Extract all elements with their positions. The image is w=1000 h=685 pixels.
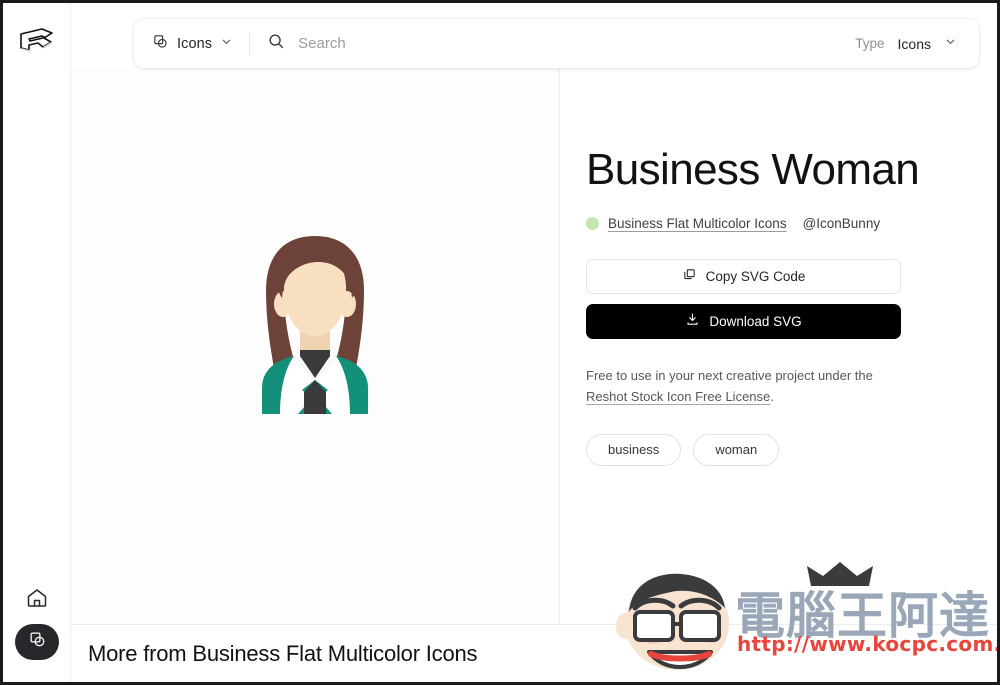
download-icon — [685, 312, 700, 330]
tag-chip[interactable]: business — [586, 433, 682, 466]
search-field-wrap[interactable]: Search — [250, 19, 855, 68]
business-woman-icon — [222, 228, 408, 414]
type-filter[interactable]: Type Icons — [855, 19, 979, 68]
shapes-icon — [28, 630, 47, 654]
tag-list: business woman — [586, 433, 997, 466]
app-window: Icons Search Type Icons Business Woman B… — [0, 0, 1000, 685]
chevron-down-icon — [944, 35, 957, 53]
sidebar-icons-button[interactable] — [15, 624, 59, 660]
author-link[interactable]: @IconBunny — [803, 216, 881, 231]
reshot-logo[interactable] — [17, 23, 57, 57]
copy-svg-code-label: Copy SVG Code — [705, 268, 806, 284]
copy-svg-code-button[interactable]: Copy SVG Code — [586, 258, 901, 294]
shapes-icon — [152, 33, 169, 55]
type-filter-label: Type — [855, 36, 885, 51]
tag-chip[interactable]: woman — [693, 433, 780, 466]
search-type-dropdown[interactable]: Icons — [134, 19, 249, 68]
icon-detail-pane: Business Woman Business Flat Multicolor … — [560, 69, 997, 624]
icon-meta-row: Business Flat Multicolor Icons @IconBunn… — [586, 216, 997, 231]
left-sidebar — [3, 3, 71, 682]
more-from-heading: More from Business Flat Multicolor Icons — [88, 640, 478, 666]
page-title: Business Woman — [586, 145, 920, 194]
collection-status-dot — [586, 216, 599, 230]
search-icon — [267, 32, 285, 55]
collection-link[interactable]: Business Flat Multicolor Icons — [608, 216, 787, 231]
search-bar: Icons Search Type Icons — [134, 19, 979, 68]
license-sentence: Free to use in your next creative projec… — [586, 367, 873, 383]
license-period: . — [770, 389, 774, 405]
icon-preview-pane — [71, 69, 560, 624]
chevron-down-icon — [220, 35, 233, 53]
copy-icon — [682, 267, 697, 285]
license-link[interactable]: Reshot Stock Icon Free License — [586, 389, 770, 404]
type-filter-value: Icons — [897, 35, 931, 52]
search-type-label: Icons — [177, 35, 213, 52]
download-svg-button[interactable]: Download SVG — [586, 303, 901, 339]
home-icon[interactable] — [25, 586, 49, 610]
download-svg-label: Download SVG — [709, 313, 802, 329]
license-text: Free to use in your next creative projec… — [586, 365, 906, 408]
search-input-placeholder: Search — [298, 35, 346, 52]
more-from-bar: More from Business Flat Multicolor Icons — [71, 624, 997, 682]
